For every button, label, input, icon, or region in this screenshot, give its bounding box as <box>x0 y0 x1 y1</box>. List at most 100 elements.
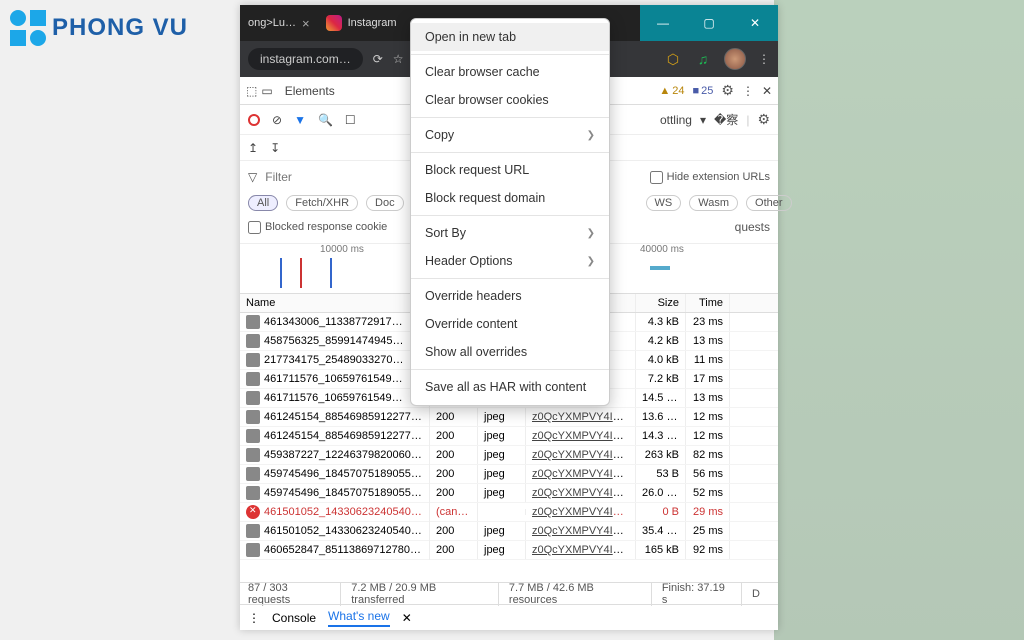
filter-pill[interactable]: WS <box>646 195 682 211</box>
close-icon[interactable]: ✕ <box>762 84 772 98</box>
browser-tab-2[interactable]: Instagram <box>318 5 405 41</box>
logo-icon <box>10 10 46 46</box>
dom-content: D <box>752 588 770 600</box>
file-icon <box>246 334 260 348</box>
tab-whats-new[interactable]: What's new <box>328 609 390 627</box>
drawer-tabs: ⋮ Console What's new ✕ <box>240 604 778 630</box>
close-button[interactable]: ✕ <box>732 5 778 41</box>
chevron-down-icon[interactable]: ▾ <box>700 113 706 127</box>
menu-item[interactable]: Override content <box>411 310 609 338</box>
filter-pill[interactable]: All <box>248 195 278 211</box>
initiator-link[interactable]: z0QcYXMPVY4I_La <box>532 487 631 499</box>
column-name[interactable]: Name <box>240 294 430 312</box>
browser-tab-1[interactable]: ong>Lu… × <box>240 5 318 41</box>
menu-item[interactable]: Block request domain <box>411 184 609 212</box>
timeline-tick: 40000 ms <box>640 244 684 255</box>
menu-item[interactable]: Save all as HAR with content <box>411 373 609 401</box>
background-decoration <box>774 0 1024 640</box>
initiator-link[interactable]: z0QcYXMPVY4I_La <box>532 468 631 480</box>
menu-item[interactable]: Override headers <box>411 282 609 310</box>
table-row[interactable]: 459387227_122463798200602… 200 jpeg z0Qc… <box>240 446 778 465</box>
more-icon[interactable]: ⋮ <box>742 84 754 98</box>
table-row[interactable]: 460652847_851138697127806… 200 jpeg z0Qc… <box>240 541 778 560</box>
context-menu: Open in new tab Clear browser cache Clea… <box>410 18 610 406</box>
tab-title: ong>Lu… <box>248 17 296 29</box>
wifi-icon[interactable]: �察 <box>714 111 738 128</box>
gear-icon[interactable]: ⚙ <box>757 111 770 128</box>
initiator-link[interactable]: z0QcYXMPVY4I_La <box>532 544 631 556</box>
finish-time: Finish: 37.19 s <box>662 582 742 606</box>
filter-icon[interactable]: ▼ <box>294 113 306 127</box>
menu-separator <box>411 54 609 55</box>
menu-item[interactable]: Copy❯ <box>411 121 609 149</box>
warnings-badge[interactable]: ▲ 24 <box>659 85 684 97</box>
filter-funnel-icon[interactable]: ▽ <box>248 170 257 184</box>
file-icon <box>246 524 260 538</box>
timeline-tick: 10000 ms <box>320 244 364 255</box>
maximize-button[interactable]: ▢ <box>686 5 732 41</box>
file-icon <box>246 486 260 500</box>
record-icon[interactable] <box>248 114 260 126</box>
menu-item[interactable]: Show all overrides <box>411 338 609 366</box>
filter-pill[interactable]: Fetch/XHR <box>286 195 358 211</box>
blocked-requests-label: quests <box>735 220 770 234</box>
upload-icon[interactable]: ↥ <box>248 141 258 155</box>
tab-console[interactable]: Console <box>272 611 316 625</box>
menu-item[interactable]: Sort By❯ <box>411 219 609 247</box>
extension-icon[interactable]: ⬡ <box>664 50 682 68</box>
menu-separator <box>411 278 609 279</box>
menu-item[interactable]: Open in new tab <box>411 23 609 51</box>
filter-input[interactable] <box>265 170 420 184</box>
search-icon[interactable]: 🔍 <box>318 113 333 127</box>
menu-item[interactable]: Clear browser cookies <box>411 86 609 114</box>
table-row[interactable]: 461501052_143306232405405… 200 jpeg z0Qc… <box>240 522 778 541</box>
bookmark-icon[interactable]: ☆ <box>393 52 404 66</box>
resources-size: 7.7 MB / 42.6 MB resources <box>509 582 652 606</box>
column-time[interactable]: Time <box>686 294 730 312</box>
filter-pill[interactable]: Other <box>746 195 792 211</box>
url-field[interactable]: instagram.com… <box>248 48 363 70</box>
table-row[interactable]: 459745496_184570751890555… 200 jpeg z0Qc… <box>240 465 778 484</box>
throttling-label: ottling <box>660 113 692 127</box>
music-icon[interactable]: ♫ <box>694 50 712 68</box>
filter-pill[interactable]: Wasm <box>689 195 738 211</box>
gear-icon[interactable]: ⚙ <box>721 82 734 99</box>
file-icon <box>246 467 260 481</box>
clear-icon[interactable]: ⊘ <box>272 113 282 127</box>
menu-separator <box>411 369 609 370</box>
issues-badge[interactable]: ■ 25 <box>692 85 713 97</box>
blocked-cookies-checkbox[interactable]: Blocked response cookie <box>248 221 387 234</box>
close-icon[interactable]: × <box>302 16 310 31</box>
table-row[interactable]: 459745496_184570751890555… 200 jpeg z0Qc… <box>240 484 778 503</box>
column-size[interactable]: Size <box>636 294 686 312</box>
menu-item[interactable]: Header Options❯ <box>411 247 609 275</box>
initiator-link[interactable]: z0QcYXMPVY4I_La <box>532 449 631 461</box>
menu-icon[interactable]: ⋮ <box>758 52 770 66</box>
initiator-link[interactable]: z0QcYXMPVY4I_La <box>532 525 631 537</box>
chevron-right-icon: ❯ <box>587 228 595 239</box>
device-icon[interactable]: ▭ <box>261 84 272 98</box>
preserve-checkbox[interactable]: ☐ <box>345 113 356 127</box>
hide-extension-urls-checkbox[interactable]: Hide extension URLs <box>650 171 770 184</box>
tab-elements[interactable]: Elements <box>277 80 343 102</box>
devices-icon[interactable]: ⟳ <box>373 52 383 66</box>
table-row[interactable]: 461245154_885469859122771… 200 jpeg z0Qc… <box>240 408 778 427</box>
close-icon[interactable]: ✕ <box>402 611 412 625</box>
initiator-link[interactable]: z0QcYXMPVY4I_La <box>532 506 631 518</box>
table-row[interactable]: 461245154_885469859122771… 200 jpeg z0Qc… <box>240 427 778 446</box>
instagram-icon <box>326 15 342 31</box>
file-icon <box>246 372 260 386</box>
menu-item[interactable]: Clear browser cache <box>411 58 609 86</box>
file-icon <box>246 505 260 519</box>
initiator-link[interactable]: z0QcYXMPVY4I_La <box>532 430 631 442</box>
download-icon[interactable]: ↧ <box>270 141 280 155</box>
initiator-link[interactable]: z0QcYXMPVY4I_La <box>532 411 631 423</box>
window-controls: — ▢ ✕ <box>640 5 778 41</box>
minimize-button[interactable]: — <box>640 5 686 41</box>
profile-avatar[interactable] <box>724 48 746 70</box>
menu-item[interactable]: Block request URL <box>411 156 609 184</box>
filter-pill[interactable]: Doc <box>366 195 404 211</box>
drawer-menu-icon[interactable]: ⋮ <box>248 611 260 625</box>
inspect-icon[interactable]: ⬚ <box>246 84 257 98</box>
table-row[interactable]: 461501052_143306232405405… (cancel… z0Qc… <box>240 503 778 522</box>
